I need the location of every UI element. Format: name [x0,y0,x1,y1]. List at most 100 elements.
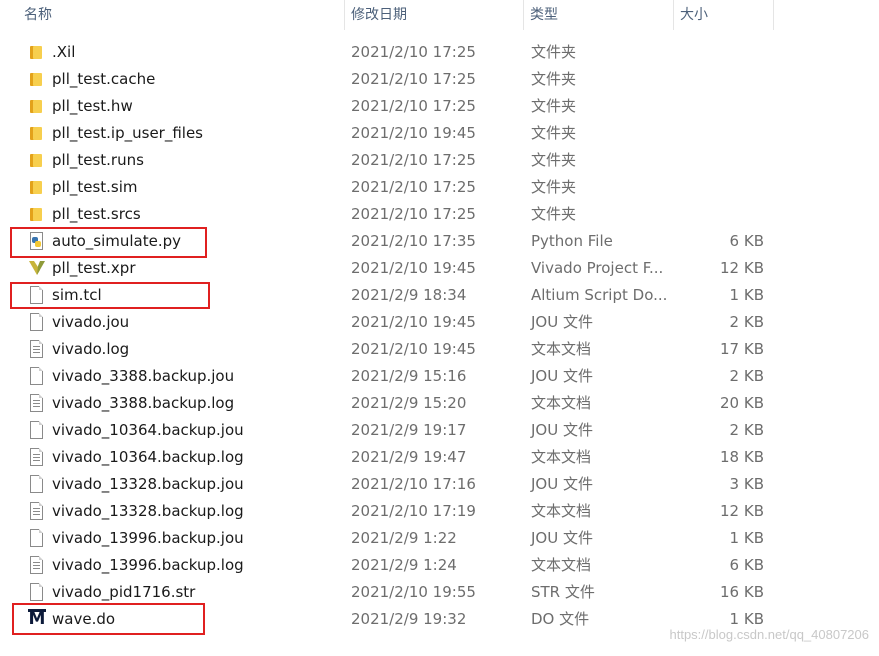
column-header-date-label: 修改日期 [351,7,407,23]
file-date: 2021/2/9 1:22 [351,529,457,547]
file-size: 6 KB [729,556,764,574]
file-type: 文件夹 [531,205,577,223]
text-file-icon [26,552,46,579]
file-name: pll_test.hw [52,97,133,115]
file-row[interactable]: pll_test.runs 2021/2/10 17:25 文件夹 [0,147,879,174]
file-type: 文本文档 [531,394,592,412]
file-date: 2021/2/10 17:19 [351,502,476,520]
column-header-type-label: 类型 [530,7,558,23]
file-row[interactable]: vivado_13328.backup.jou 2021/2/10 17:16 JO… [0,471,879,498]
folder-icon [26,120,46,147]
file-name: vivado_10364.backup.log [52,448,244,466]
vivado-project-icon [26,255,46,282]
file-type: JOU 文件 [531,367,593,385]
file-date: 2021/2/9 19:17 [351,421,467,439]
file-size: 16 KB [720,583,764,601]
file-type: 文件夹 [531,178,577,196]
file-size: 2 KB [729,421,764,439]
text-file-icon [26,336,46,363]
file-row[interactable]: pll_test.cache 2021/2/10 17:25 文件夹 [0,66,879,93]
file-date: 2021/2/9 19:47 [351,448,467,466]
file-date: 2021/2/9 15:16 [351,367,467,385]
file-row[interactable]: .Xil 2021/2/10 17:25 文件夹 [0,39,879,66]
file-row[interactable]: pll_test.sim 2021/2/10 17:25 文件夹 [0,174,879,201]
file-type: Vivado Project F... [531,259,664,277]
column-header-name[interactable]: 名称 ⌃ [18,0,345,30]
file-name: pll_test.runs [52,151,144,169]
folder-icon [26,174,46,201]
folder-icon [26,66,46,93]
file-row[interactable]: vivado_13328.backup.log 2021/2/10 17:19 文本… [0,498,879,525]
blank-file-icon [26,363,46,390]
column-header-type[interactable]: 类型 [524,0,674,30]
file-size: 2 KB [729,367,764,385]
file-row[interactable]: vivado_13996.backup.jou 2021/2/9 1:22 JOU … [0,525,879,552]
file-row[interactable]: vivado_3388.backup.jou 2021/2/9 15:16 JOU … [0,363,879,390]
file-type: 文件夹 [531,43,577,61]
file-type: 文件夹 [531,70,577,88]
column-header-size[interactable]: 大小 [674,0,774,30]
file-date: 2021/2/10 17:25 [351,43,476,61]
file-name: vivado_13996.backup.jou [52,529,244,547]
highlight-box-wave-do [12,603,205,635]
file-type: 文件夹 [531,97,577,115]
file-name: vivado_10364.backup.jou [52,421,244,439]
file-type: JOU 文件 [531,475,593,493]
file-name: vivado_13328.backup.log [52,502,244,520]
file-type: 文件夹 [531,151,577,169]
file-type: 文本文档 [531,448,592,466]
file-name: pll_test.ip_user_files [52,124,203,142]
blank-file-icon [26,309,46,336]
file-row[interactable]: vivado_10364.backup.log 2021/2/9 19:47 文本文… [0,444,879,471]
blank-file-icon [26,525,46,552]
file-row[interactable]: vivado.log 2021/2/10 19:45 文本文档 17 KB [0,336,879,363]
file-name: vivado_13328.backup.jou [52,475,244,493]
file-size: 1 KB [729,286,764,304]
file-name: vivado_3388.backup.jou [52,367,235,385]
folder-icon [26,39,46,66]
file-size: 3 KB [729,475,764,493]
file-row[interactable]: vivado.jou 2021/2/10 19:45 JOU 文件 2 KB [0,309,879,336]
file-type: DO 文件 [531,610,590,628]
file-row[interactable]: pll_test.srcs 2021/2/10 17:25 文件夹 [0,201,879,228]
file-row[interactable]: pll_test.xpr 2021/2/10 19:45 Vivado Projec… [0,255,879,282]
file-row[interactable]: pll_test.ip_user_files 2021/2/10 19:45 文件夹 [0,120,879,147]
file-name: .Xil [52,43,76,61]
file-name: vivado.jou [52,313,130,331]
file-date: 2021/2/10 17:25 [351,178,476,196]
folder-icon [26,147,46,174]
highlight-box-sim-tcl [10,282,210,309]
chevron-up-icon: ⌃ [193,0,202,7]
file-name: vivado_13996.backup.log [52,556,244,574]
file-row[interactable]: vivado_pid1716.str 2021/2/10 19:55 STR 文件 1… [0,579,879,606]
file-size: 1 KB [729,529,764,547]
file-date: 2021/2/10 19:45 [351,124,476,142]
file-row[interactable]: vivado_3388.backup.log 2021/2/9 15:20 文本文档… [0,390,879,417]
file-date: 2021/2/10 19:55 [351,583,476,601]
file-row[interactable]: pll_test.hw 2021/2/10 17:25 文件夹 [0,93,879,120]
file-size: 6 KB [729,232,764,250]
file-date: 2021/2/10 17:25 [351,70,476,88]
file-date: 2021/2/10 19:45 [351,340,476,358]
file-row[interactable]: vivado_13996.backup.log 2021/2/9 1:24 文本文档… [0,552,879,579]
file-row[interactable]: vivado_10364.backup.jou 2021/2/9 19:17 JOU… [0,417,879,444]
file-date: 2021/2/9 18:34 [351,286,467,304]
file-size: 17 KB [720,340,764,358]
column-header-date[interactable]: 修改日期 [345,0,524,30]
file-name: vivado_3388.backup.log [52,394,235,412]
file-name: pll_test.cache [52,70,156,88]
file-date: 2021/2/10 17:25 [351,205,476,223]
file-name: vivado_pid1716.str [52,583,196,601]
file-type: 文本文档 [531,340,592,358]
file-date: 2021/2/9 15:20 [351,394,467,412]
file-size: 12 KB [720,502,764,520]
file-date: 2021/2/9 1:24 [351,556,457,574]
highlight-box-auto-simulate [10,227,207,258]
file-date: 2021/2/10 19:45 [351,259,476,277]
file-type: Altium Script Do... [531,286,668,304]
blank-file-icon [26,471,46,498]
file-name: vivado.log [52,340,130,358]
folder-icon [26,201,46,228]
file-explorer: 名称 ⌃ 修改日期 类型 大小 .Xil 2021/2/10 17:25 文件夹 pl… [0,0,879,656]
column-header-size-label: 大小 [680,7,708,23]
